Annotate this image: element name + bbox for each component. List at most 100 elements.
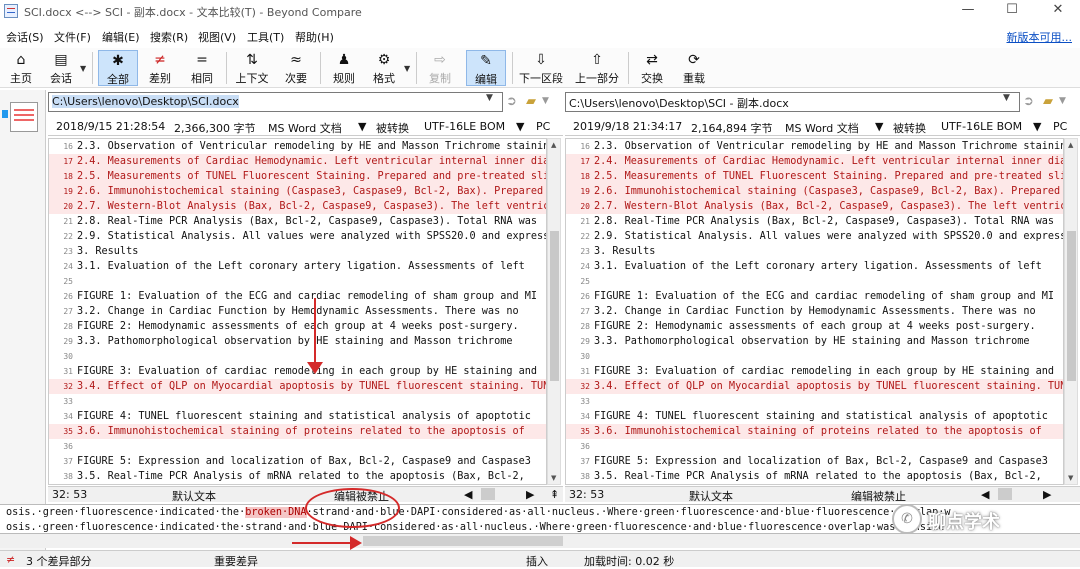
right-path-input[interactable]: C:\Users\lenovo\Desktop\SCI - 副本.docx — [565, 92, 1020, 112]
text-line[interactable]: 21 2.8. Real-Time PCR Analysis (Bax, Bcl-… — [566, 214, 1063, 229]
scroll-up-icon[interactable]: ▲ — [1068, 141, 1073, 149]
text-line[interactable]: 19 2.6. Immunohistochemical staining (Cas… — [49, 184, 546, 199]
scroll-thumb[interactable] — [1067, 231, 1076, 381]
text-line[interactable]: 30 — [49, 349, 546, 364]
right-vertical-scrollbar[interactable]: ▲ ▼ — [1064, 138, 1078, 485]
minor-button[interactable]: ≈ 次要 — [278, 50, 314, 86]
text-line[interactable]: 38 3.5. Real-Time PCR Analysis of mRNA re… — [49, 469, 546, 484]
text-line[interactable]: 29 3.3. Pathomorphological observation by… — [566, 334, 1063, 349]
left-path-input[interactable]: C:\Users\lenovo\Desktop\SCI.docx — [48, 92, 503, 112]
right-format-dropdown-icon[interactable]: ▼ — [875, 120, 883, 133]
left-encoding-dropdown-icon[interactable]: ▼ — [516, 120, 524, 133]
right-folder-icon[interactable]: ▰ — [1043, 94, 1053, 109]
text-line[interactable]: 26 FIGURE 1: Evaluation of the ECG and ca… — [49, 289, 546, 304]
text-line[interactable]: 25 — [566, 274, 1063, 289]
text-line[interactable]: 27 3.2. Change in Cardiac Function by Hem… — [49, 304, 546, 319]
text-line[interactable]: 36 — [566, 439, 1063, 454]
text-line[interactable]: 21 2.8. Real-Time PCR Analysis (Bax, Bcl-… — [49, 214, 546, 229]
scroll-thumb[interactable] — [550, 231, 559, 381]
left-format-dropdown-icon[interactable]: ▼ — [358, 120, 366, 133]
right-line-ending[interactable]: PC — [1053, 120, 1067, 133]
text-line[interactable]: 24 3.1. Evaluation of the Left coronary a… — [49, 259, 546, 274]
format-button[interactable]: ⚙ 格式 — [366, 50, 402, 86]
text-line[interactable]: 22 2.9. Statistical Analysis. All values … — [566, 229, 1063, 244]
scroll-down-icon[interactable]: ▼ — [551, 474, 556, 482]
text-line[interactable]: 33 — [49, 394, 546, 409]
text-line[interactable]: 28 FIGURE 2: Hemodynamic assessments of e… — [566, 319, 1063, 334]
text-line[interactable]: 23 3. Results — [49, 244, 546, 259]
text-line[interactable]: 22 2.9. Statistical Analysis. All values … — [49, 229, 546, 244]
text-line[interactable]: 37 FIGURE 5: Expression and localization … — [566, 454, 1063, 469]
session-button[interactable]: ▤ 会话 — [44, 50, 78, 86]
text-line[interactable]: 36 — [49, 439, 546, 454]
right-go-icon[interactable]: ➲ — [1023, 94, 1034, 109]
reload-button[interactable]: ⟳ 重载 — [676, 50, 712, 86]
rules-button[interactable]: ♟ 规则 — [326, 50, 362, 86]
show-same-button[interactable]: = 相同 — [184, 50, 220, 86]
right-text-view[interactable]: 16 2.3. Observation of Ventricular remode… — [565, 138, 1064, 485]
text-line[interactable]: 37 FIGURE 5: Expression and localization … — [49, 454, 546, 469]
text-line[interactable]: 16 2.3. Observation of Ventricular remode… — [49, 139, 546, 154]
thumbnail-map[interactable] — [0, 90, 46, 550]
text-line[interactable]: 32 3.4. Effect of QLP on Myocardial apopt… — [566, 379, 1063, 394]
next-section-button[interactable]: ⇩ 下一区段 — [516, 50, 566, 86]
text-line[interactable]: 33 — [566, 394, 1063, 409]
menu-search[interactable]: 搜索(R) — [150, 29, 188, 45]
menu-session[interactable]: 会话(S) — [6, 29, 44, 45]
right-path-dropdown-icon[interactable]: ▼ — [1003, 93, 1010, 103]
menu-file[interactable]: 文件(F) — [54, 29, 91, 45]
text-line[interactable]: 24 3.1. Evaluation of the Left coronary a… — [566, 259, 1063, 274]
show-diffs-button[interactable]: ≠ 差别 — [142, 50, 178, 86]
left-text-view[interactable]: 16 2.3. Observation of Ventricular remode… — [48, 138, 547, 485]
text-line[interactable]: 27 3.2. Change in Cardiac Function by Hem… — [566, 304, 1063, 319]
text-line[interactable]: 38 3.5. Real-Time PCR Analysis of mRNA re… — [566, 469, 1063, 484]
scroll-right-icon[interactable]: ▶ — [526, 488, 534, 501]
menu-view[interactable]: 视图(V) — [198, 29, 236, 45]
text-line[interactable]: 18 2.5. Measurements of TUNEL Fluorescent… — [566, 169, 1063, 184]
context-button[interactable]: ⇅ 上下文 — [232, 50, 272, 86]
text-line[interactable]: 25 — [49, 274, 546, 289]
scroll-up-icon[interactable]: ▲ — [551, 141, 556, 149]
edit-button[interactable]: ✎ 编辑 — [466, 50, 506, 86]
text-line[interactable]: 31 FIGURE 3: Evaluation of cardiac remode… — [566, 364, 1063, 379]
text-line[interactable]: 26 FIGURE 1: Evaluation of the ECG and ca… — [566, 289, 1063, 304]
scroll-down-icon[interactable]: ▼ — [1068, 474, 1073, 482]
text-line[interactable]: 30 — [566, 349, 1063, 364]
text-line[interactable]: 31 FIGURE 3: Evaluation of cardiac remode… — [49, 364, 546, 379]
right-encoding[interactable]: UTF-16LE BOM — [941, 120, 1022, 133]
session-dropdown-icon[interactable]: ▼ — [80, 64, 86, 73]
text-line[interactable]: 19 2.6. Immunohistochemical staining (Cas… — [566, 184, 1063, 199]
previous-part-button[interactable]: ⇧ 上一部分 — [572, 50, 622, 86]
text-line[interactable]: 20 2.7. Western-Blot Analysis (Bax, Bcl-2… — [49, 199, 546, 214]
menu-help[interactable]: 帮助(H) — [295, 29, 334, 45]
show-all-button[interactable]: ✱ 全部 — [98, 50, 138, 86]
format-dropdown-icon[interactable]: ▼ — [404, 64, 410, 73]
left-file-format[interactable]: MS Word 文档 — [268, 120, 342, 136]
update-link[interactable]: 新版本可用... — [1007, 29, 1073, 45]
text-line[interactable]: 18 2.5. Measurements of TUNEL Fluorescent… — [49, 169, 546, 184]
left-line-ending[interactable]: PC — [536, 120, 550, 133]
menu-tools[interactable]: 工具(T) — [247, 29, 284, 45]
close-button[interactable]: ✕ — [1038, 0, 1078, 22]
text-line[interactable]: 34 FIGURE 4: TUNEL fluorescent staining a… — [49, 409, 546, 424]
text-line[interactable]: 34 FIGURE 4: TUNEL fluorescent staining a… — [566, 409, 1063, 424]
left-path-dropdown-icon[interactable]: ▼ — [486, 93, 493, 103]
left-vertical-scrollbar[interactable]: ▲ ▼ — [547, 138, 561, 485]
text-line[interactable]: 35 3.6. Immunohistochemical staining of p… — [49, 424, 546, 439]
left-folder-icon[interactable]: ▰ — [526, 94, 536, 109]
thumbnail-page[interactable] — [10, 102, 38, 132]
scroll-top-icon[interactable]: ⇞ — [550, 488, 559, 501]
text-line[interactable]: 28 FIGURE 2: Hemodynamic assessments of e… — [49, 319, 546, 334]
swap-button[interactable]: ⇄ 交换 — [634, 50, 670, 86]
right-encoding-dropdown-icon[interactable]: ▼ — [1033, 120, 1041, 133]
home-button[interactable]: ⌂ 主页 — [4, 50, 38, 86]
text-line[interactable]: 23 3. Results — [566, 244, 1063, 259]
text-line[interactable]: 17 2.4. Measurements of Cardiac Hemodynam… — [49, 154, 546, 169]
text-line[interactable]: 17 2.4. Measurements of Cardiac Hemodynam… — [566, 154, 1063, 169]
minimize-button[interactable]: — — [948, 0, 988, 22]
text-line[interactable]: 20 2.7. Western-Blot Analysis (Bax, Bcl-2… — [566, 199, 1063, 214]
text-line[interactable]: 32 3.4. Effect of QLP on Myocardial apopt… — [49, 379, 546, 394]
text-line[interactable]: 35 3.6. Immunohistochemical staining of p… — [566, 424, 1063, 439]
left-folder-dropdown-icon[interactable]: ▼ — [542, 96, 549, 106]
scroll-thumb[interactable] — [363, 536, 563, 546]
